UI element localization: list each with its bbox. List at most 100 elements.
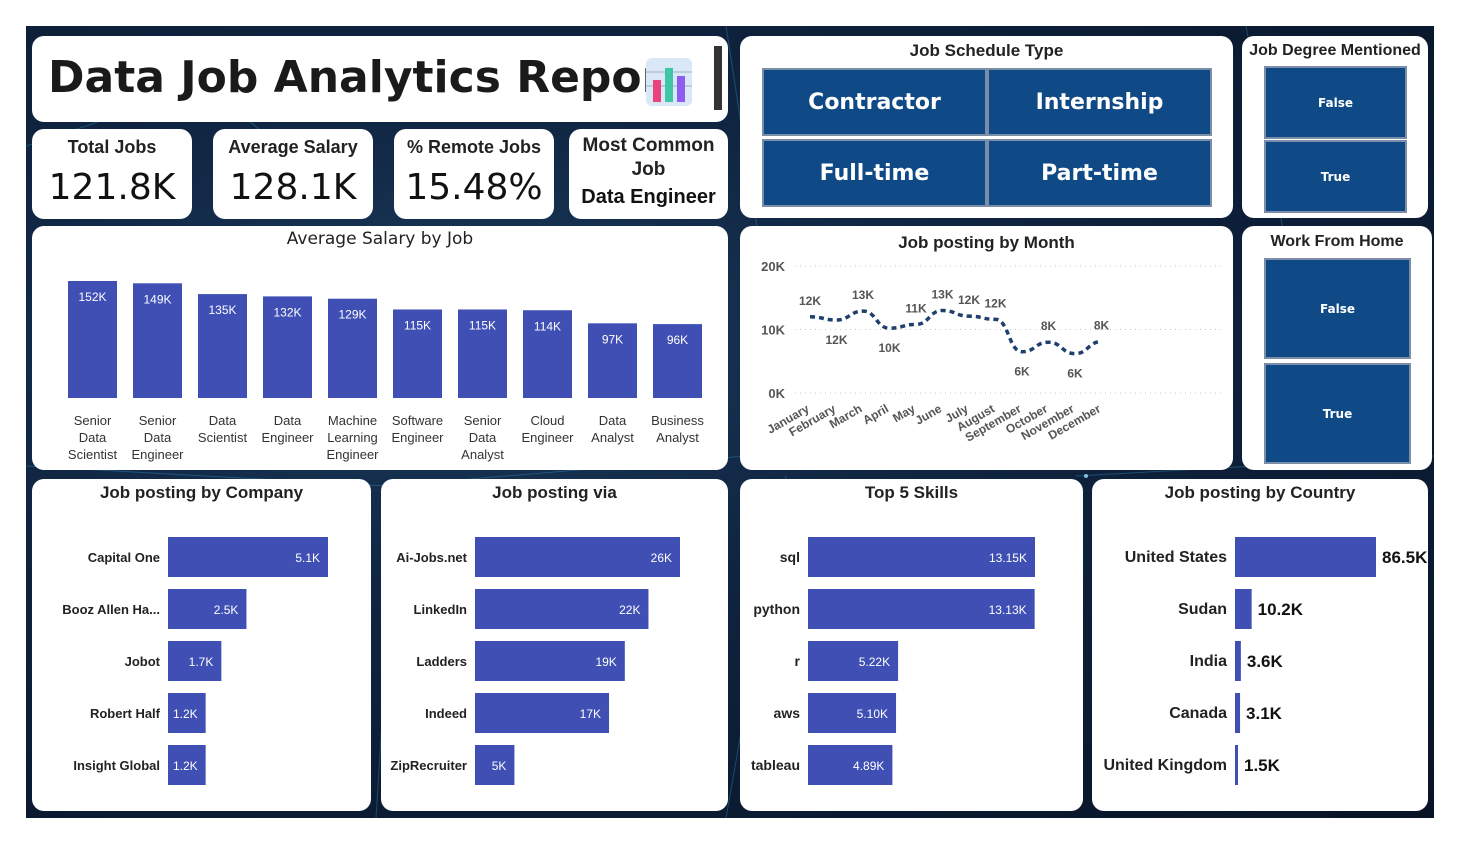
via-chart: Ai-Jobs.net 26K LinkedIn 22K Ladders 19K Indee… [390,537,680,785]
degree-slicer-card: Job Degree Mentioned False True [1242,36,1428,218]
country-chart-card: Job posting by Country United States 86.5… [1092,479,1428,811]
report-title: Data Job Analytics Report [48,52,685,103]
company-data-label: 2.5K [214,603,239,617]
country-data-label: 3.6K [1247,652,1284,671]
country-category-label: India [1190,653,1227,670]
kpi-label-line2: Job [631,159,666,180]
month-data-label: 8K [1094,319,1110,333]
kpi-label-line1: Most Common [582,135,715,156]
skills-category-label: tableau [751,757,800,773]
salary-category-label: Analyst [591,430,634,445]
country-data-label: 10.2K [1258,600,1304,619]
country-category-label: Canada [1169,705,1227,722]
month-y-tick: 0K [768,386,785,401]
via-data-label: 19K [595,655,616,669]
via-data-label: 22K [619,603,640,617]
kpi-value: Data Engineer [581,186,716,208]
month-data-label: 12K [958,293,980,307]
country-bar [1235,745,1238,785]
slicer-option-false[interactable]: False [1264,258,1411,359]
salary-data-label: 114K [534,319,561,333]
skills-category-label: python [753,601,800,617]
month-chart-card: Job posting by Month 0K 10K 20K 12K 12K 13K 10… [740,226,1233,470]
skills-data-label: 13.15K [989,551,1027,565]
via-category-label: Ai-Jobs.net [396,550,467,565]
country-bar [1235,589,1252,629]
salary-category-label: Data [79,430,107,445]
country-category-label: Sudan [1178,601,1227,618]
slicer-option-full-time[interactable]: Full-time [762,139,987,207]
company-category-label: Jobot [125,654,161,669]
slicer-option-internship[interactable]: Internship [987,68,1212,136]
salary-chart-card: Average Salary by Job 152K Senior Data Scie… [32,226,728,470]
salary-category-label: Analyst [656,430,699,445]
kpi-remote-jobs: % Remote Jobs 15.48% [394,129,554,219]
month-data-label: 10K [878,341,900,355]
month-y-tick: 10K [761,323,785,338]
skills-category-label: sql [780,549,800,565]
via-data-label: 17K [580,707,601,721]
via-category-label: Indeed [425,706,467,721]
salary-category-label: Engineer [326,447,379,462]
salary-data-label: 149K [143,292,171,306]
salary-category-label: Data [469,430,497,445]
month-y-tick: 20K [761,259,785,274]
company-category-label: Insight Global [73,758,160,773]
kpi-total-jobs: Total Jobs 121.8K [32,129,192,219]
salary-category-label: Senior [464,413,502,428]
month-data-label: 8K [1041,319,1057,333]
kpi-label: Average Salary [228,137,358,157]
country-category-label: United Kingdom [1103,757,1227,774]
company-category-label: Capital One [88,550,160,565]
month-x-tick: June [913,401,945,427]
salary-data-label: 152K [78,290,106,304]
country-data-label: 1.5K [1244,756,1281,775]
via-category-label: LinkedIn [414,602,468,617]
kpi-label: % Remote Jobs [406,137,542,157]
kpi-value: 128.1K [229,167,357,208]
kpi-value: 15.48% [405,167,543,208]
salary-category-label: Scientist [198,430,248,445]
title-cursor-bar [714,46,722,110]
slicer-option-contractor[interactable]: Contractor [762,68,987,136]
month-chart: 0K 10K 20K 12K 12K 13K 10K 11K 13K 12K 12K 6K 8K 6K 8K… [761,259,1222,445]
slicer-option-part-time[interactable]: Part-time [987,139,1212,207]
salary-category-label: Senior [74,413,112,428]
salary-category-label: Machine [328,413,377,428]
salary-category-label: Software [392,413,443,428]
month-data-label: 11K [905,301,927,315]
salary-data-label: 135K [208,303,236,317]
country-category-label: United States [1125,549,1227,566]
month-x-tick: May [890,401,917,425]
salary-category-label: Engineer [261,430,314,445]
salary-category-label: Business [651,413,704,428]
skills-category-label: r [795,653,801,669]
salary-category-label: Learning [327,430,378,445]
skills-data-label: 13.13K [989,603,1027,617]
slicer-option-true[interactable]: True [1264,363,1411,464]
salary-category-label: Data [599,413,627,428]
skills-chart: sql 13.15K python 13.13K r 5.22K aws 5.10K table… [751,537,1035,785]
country-data-label: 86.5K [1382,548,1428,567]
country-bar [1235,537,1376,577]
salary-category-label: Senior [139,413,177,428]
company-category-label: Booz Allen Ha... [62,602,160,617]
company-chart: Capital One 5.1K Booz Allen Ha... 2.5K Jobot… [62,537,328,785]
skills-chart-card: Top 5 Skills sql 13.15K python 13.13K r 5.22K… [740,479,1083,811]
wfh-slicer-title: Work From Home [1270,233,1404,250]
month-data-label: 12K [825,333,847,347]
company-chart-card: Job posting by Company Capital One 5.1K Bo… [32,479,371,811]
country-chart: United States 86.5K Sudan 10.2K India 3.6K Can… [1103,537,1428,785]
via-data-label: 5K [492,759,507,773]
salary-category-label: Scientist [68,447,118,462]
month-data-label: 12K [799,294,821,308]
kpi-average-salary: Average Salary 128.1K [213,129,373,219]
salary-category-label: Data [209,413,237,428]
slicer-option-false[interactable]: False [1264,66,1407,139]
kpi-most-common-job: Most Common Job Data Engineer [569,129,728,219]
salary-data-label: 129K [338,308,366,322]
salary-category-label: Data [144,430,172,445]
company-data-label: 1.7K [189,655,214,669]
month-data-label: 12K [984,296,1006,310]
slicer-option-true[interactable]: True [1264,140,1407,213]
